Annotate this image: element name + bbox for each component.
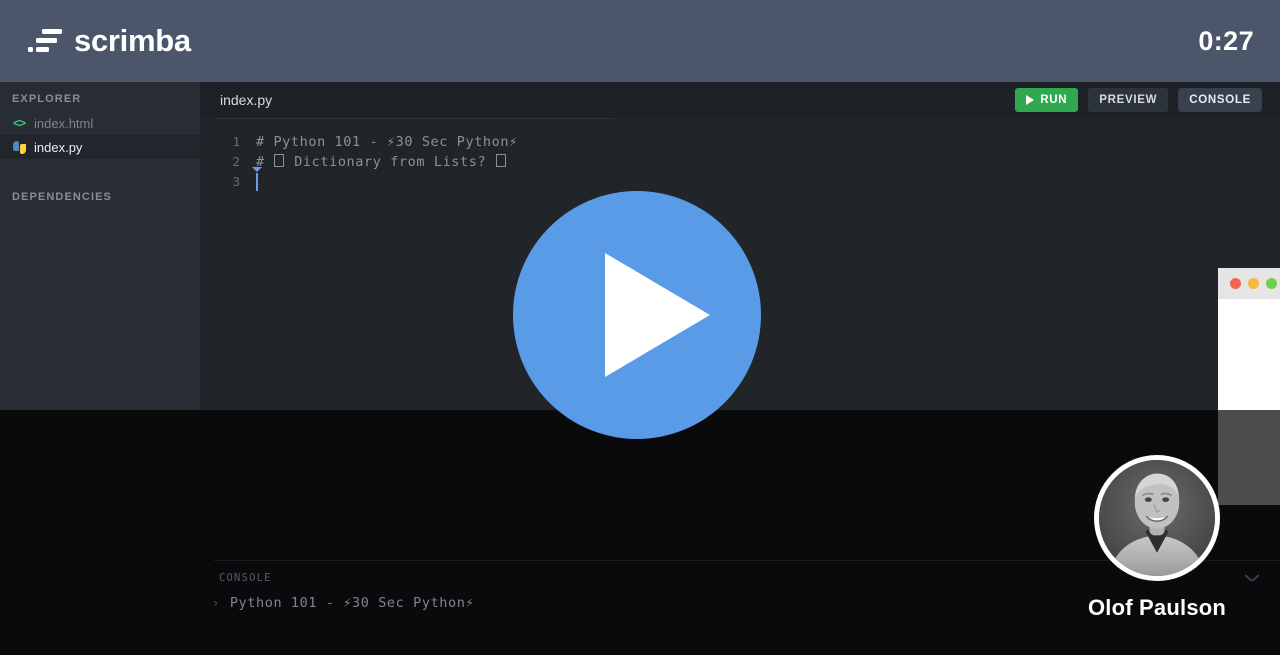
- brand[interactable]: scrimba: [28, 23, 191, 59]
- editor-toolbar: RUN PREVIEW CONSOLE: [1015, 88, 1262, 112]
- console-button[interactable]: CONSOLE: [1178, 88, 1262, 112]
- sidebar-item-index-py[interactable]: index.py: [0, 135, 200, 159]
- line-number: 1: [232, 134, 240, 149]
- presenter-avatar: [1094, 455, 1220, 581]
- code-editor[interactable]: 1 # Python 101 - ⚡30 Sec Python⚡ 2 # Dic…: [200, 118, 1280, 192]
- html-code-icon: <>: [13, 116, 26, 130]
- code-line: 1 # Python 101 - ⚡30 Sec Python⚡: [200, 132, 1280, 152]
- sidebar-item-index-html[interactable]: <> index.html: [0, 111, 200, 135]
- console-prompt-icon: ›: [212, 596, 220, 610]
- screencast-window: [1218, 268, 1280, 410]
- unsupported-emoji-glyph: [274, 154, 285, 167]
- explorer-section-title: EXPLORER: [12, 93, 82, 105]
- window-body: [1218, 299, 1280, 410]
- window-maximize-icon[interactable]: [1266, 278, 1277, 289]
- line-number: 2: [232, 154, 240, 169]
- recording-timer: 0:27: [1198, 25, 1254, 56]
- preview-button[interactable]: PREVIEW: [1088, 88, 1169, 112]
- window-titlebar: [1218, 268, 1280, 299]
- python-icon: [13, 140, 26, 154]
- sidebar: EXPLORER <> index.html index.py DEPENDEN…: [0, 82, 200, 410]
- app-header: scrimba 0:27: [0, 0, 1280, 82]
- console-button-label: CONSOLE: [1189, 94, 1251, 106]
- brand-name: scrimba: [74, 23, 191, 58]
- avatar-photo: [1099, 460, 1215, 576]
- window-minimize-icon[interactable]: [1248, 278, 1259, 289]
- unsupported-emoji-glyph: [495, 154, 506, 167]
- dependencies-section-title: DEPENDENCIES: [12, 191, 112, 203]
- code-line-text: # Python 101 - ⚡30 Sec Python⚡: [256, 134, 518, 150]
- code-line: 2 # Dictionary from Lists?: [200, 152, 1280, 172]
- presenter: Olof Paulson: [1062, 455, 1252, 635]
- sidebar-item-label: index.py: [34, 139, 83, 155]
- tab-index-py[interactable]: index.py: [200, 92, 272, 108]
- run-button[interactable]: RUN: [1015, 88, 1079, 112]
- play-overlay-button[interactable]: [513, 191, 761, 439]
- text-caret: [256, 173, 258, 191]
- sidebar-item-label: index.html: [34, 115, 94, 131]
- console-output-text: Python 101 - ⚡30 Sec Python⚡: [229, 595, 475, 611]
- window-close-icon[interactable]: [1230, 278, 1241, 289]
- run-button-label: RUN: [1040, 94, 1068, 106]
- preview-button-label: PREVIEW: [1099, 94, 1158, 106]
- console-panel-label: CONSOLE: [219, 572, 272, 584]
- scrimba-logo-icon: [28, 29, 62, 53]
- line-number: 3: [232, 174, 240, 189]
- console-output-line: › Python 101 - ⚡30 Sec Python⚡: [212, 595, 474, 611]
- code-line: 3: [200, 167, 1280, 192]
- play-icon: [1026, 95, 1035, 105]
- collaborative-cursor: [252, 167, 262, 191]
- play-icon: [605, 253, 710, 377]
- code-line-text: # Dictionary from Lists?: [256, 152, 507, 172]
- presenter-name: Olof Paulson: [1087, 595, 1227, 620]
- tab-underline: [214, 118, 614, 119]
